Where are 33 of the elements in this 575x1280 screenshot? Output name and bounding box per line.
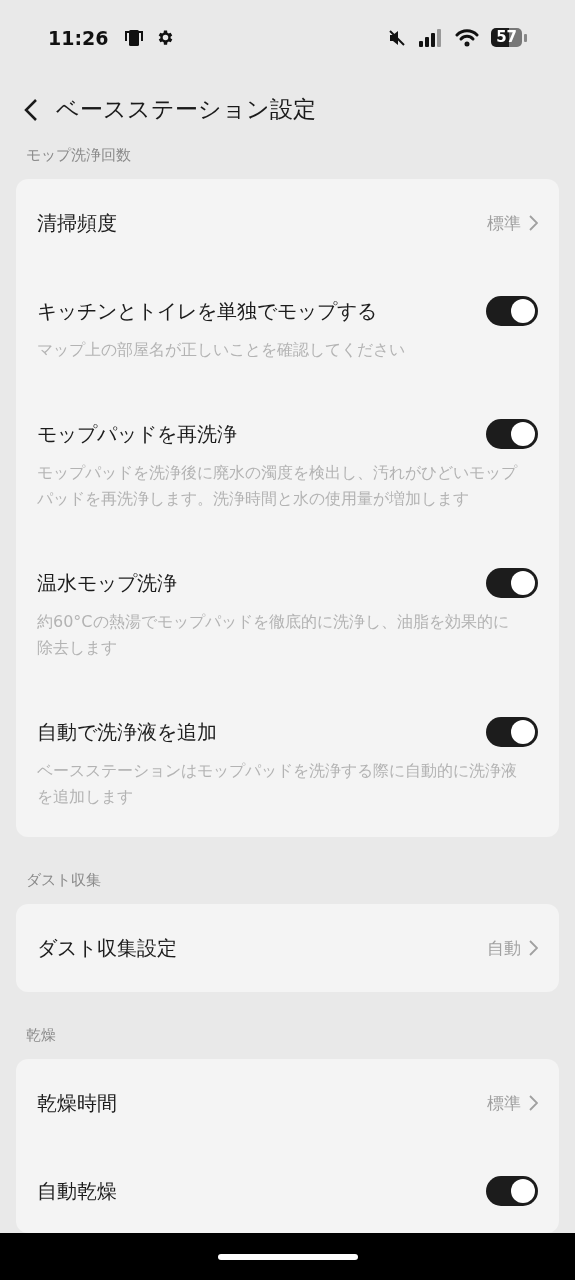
setting-label[interactable]: 乾燥時間: [37, 1090, 117, 1116]
setting-label[interactable]: 清掃頻度: [37, 210, 117, 236]
setting-description: モップパッドを洗浄後に廃水の濁度を検出し、汚れがひどいモップパッドを再洗浄します。洗浄時間と水の使用量が増加します: [37, 462, 519, 510]
chevron-right-icon: [529, 1095, 538, 1111]
setting-label: モップパッドを再洗浄: [37, 421, 237, 447]
setting-description: 約60°Cの熱湯でモップパッドを徹底的に洗浄し、油脂を効果的に除去します: [37, 611, 510, 659]
setting-label: キッチンとトイレを単独でモップする: [37, 298, 377, 324]
setting-description: マップ上の部屋名が正しいことを確認してください: [37, 339, 406, 361]
battery-level: 57: [491, 28, 522, 48]
back-button[interactable]: [24, 97, 38, 122]
setting-label: 自動乾燥: [37, 1178, 117, 1204]
status-time: 11:26: [48, 26, 109, 49]
page-title: ベースステーション設定: [56, 95, 316, 125]
toggle-switch[interactable]: [486, 419, 538, 449]
back-icon: [24, 97, 38, 122]
setting-label: 自動で洗浄液を追加: [37, 719, 217, 745]
toggle-switch[interactable]: [486, 296, 538, 326]
toggle-switch[interactable]: [486, 568, 538, 598]
section-label: ダスト収集: [25, 870, 102, 891]
signal-icon: [419, 28, 444, 47]
chevron-right-icon: [529, 215, 538, 231]
setting-description: ベースステーションはモップパッドを洗浄する際に自動的に洗浄液を追加します: [37, 760, 518, 808]
section-label: モップ洗浄回数: [25, 146, 132, 166]
toggle-switch[interactable]: [486, 717, 538, 747]
setting-label[interactable]: ダスト収集設定: [37, 935, 177, 961]
home-handle[interactable]: [217, 1253, 358, 1260]
battery-tip-icon: [524, 33, 527, 42]
toggle-switch[interactable]: [486, 1176, 538, 1206]
wifi-icon: [455, 28, 480, 47]
phone-screen-icon: [124, 27, 145, 48]
setting-label: 温水モップ洗浄: [37, 570, 177, 596]
chevron-right-icon: [529, 940, 538, 956]
section-label: 乾燥: [25, 1025, 57, 1046]
